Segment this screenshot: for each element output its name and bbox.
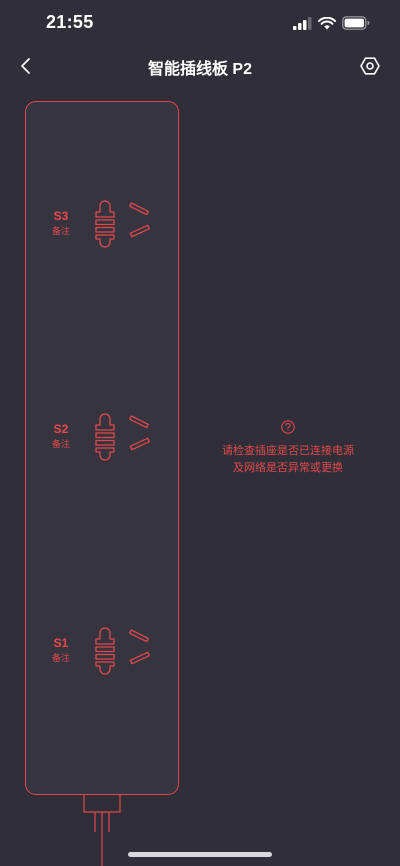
home-indicator[interactable] [128,852,272,857]
alert-line-2: 及网络是否异常或更换 [233,462,343,474]
socket-name: S1 [53,636,69,650]
battery-icon [342,16,370,30]
alert-line-1: 请检查插座是否已连接电源 [222,445,354,457]
settings-button[interactable] [356,52,384,80]
wifi-icon [318,16,336,29]
socket-name: S2 [53,422,69,436]
socket-note: 备注 [51,439,70,449]
socket-note: 备注 [51,226,70,236]
alert-message: 请检查插座是否已连接电源 及网络是否异常或更换 [190,443,386,477]
question-circle-icon [281,420,295,434]
status-time: 21:55 [46,12,94,32]
socket-s3[interactable]: S3 备注 [26,188,180,268]
socket-outlet-icon [95,200,150,248]
socket-label: S3 备注 [44,209,78,237]
offline-alert: 请检查插座是否已连接电源 及网络是否异常或更换 [190,420,386,477]
socket-note: 备注 [51,653,70,663]
socket-s2[interactable]: S2 备注 [26,401,180,481]
status-bar: 21:55 [0,0,400,48]
socket-label: S2 备注 [44,422,78,450]
status-icons [293,14,370,32]
page-title: 智能插线板 P2 [147,61,253,78]
power-strip: S3 备注 S2 备注 S1 备注 [25,101,179,795]
socket-label: S1 备注 [44,636,78,664]
power-cord-icon [83,794,121,866]
nav-bar: 智能插线板 P2 [0,44,400,88]
socket-outlet-icon [95,413,150,461]
socket-name: S3 [53,209,69,223]
socket-outlet-icon [95,627,150,675]
socket-s1[interactable]: S1 备注 [26,615,180,695]
cellular-signal-icon [293,16,312,30]
settings-hexagon-icon [360,57,380,75]
